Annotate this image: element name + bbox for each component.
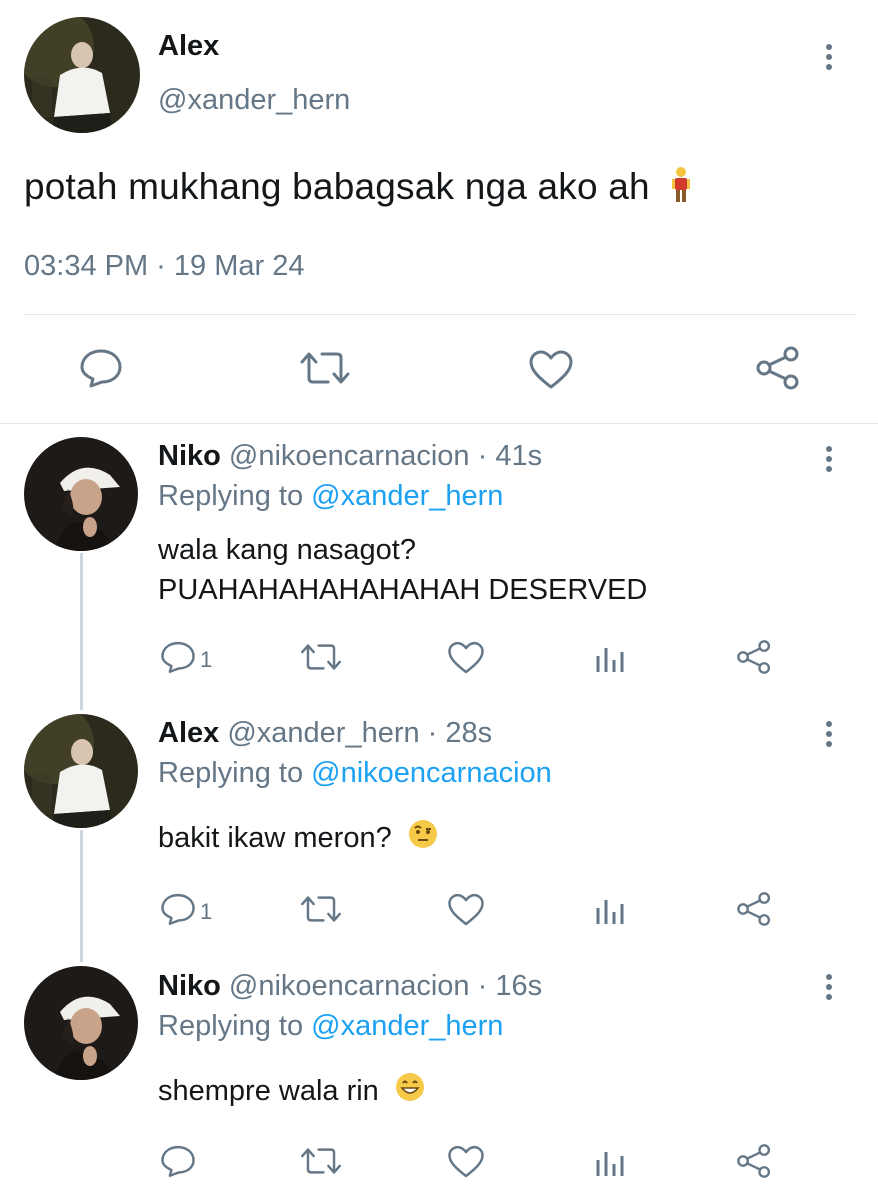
author-handle[interactable]: @xander_hern [158,84,350,117]
reply-author-handle[interactable]: @nikoencarnacion [229,970,470,1002]
divider [24,314,856,315]
share-icon [737,1144,771,1178]
like-icon [529,350,573,389]
analytics-button[interactable] [595,894,625,926]
reply-button[interactable]: 1 [160,892,212,926]
more-options-icon[interactable] [826,44,834,74]
replying-to: Replying to @xander_hern [158,480,504,512]
reply-time[interactable]: · 41s [478,440,542,472]
like-button[interactable] [447,641,485,675]
reply-time[interactable]: · 28s [428,717,492,749]
retweet-button[interactable] [299,894,343,924]
retweet-button[interactable] [298,350,352,386]
analytics-icon [596,900,624,924]
reply-author-name[interactable]: Alex [158,717,219,749]
share-button[interactable] [755,346,801,390]
reply-count: 1 [200,899,213,924]
retweet-icon [301,896,341,922]
reply-icon [161,641,195,673]
face-with-raised-eyebrow-emoji [408,819,438,860]
reply-button[interactable]: 1 [160,640,212,674]
analytics-button[interactable] [595,1146,625,1178]
share-button[interactable] [736,891,772,927]
reply-mention-link[interactable]: @xander_hern [311,480,503,512]
reply-time[interactable]: · 16s [478,970,542,1002]
reply-author-name[interactable]: Niko [158,440,221,472]
tweet-text: potah mukhang babagsak nga ako ah [24,166,692,212]
analytics-button[interactable] [595,642,625,674]
author-name[interactable]: Alex [158,30,219,63]
reply-author-handle[interactable]: @xander_hern [227,717,419,749]
reply-button[interactable] [79,348,123,388]
reply-text: bakit ikaw meron? [158,818,438,860]
reply-text: wala kang nasagot? PUAHAHAHAHAHAHAH DESE… [158,534,648,606]
reply-mention-link[interactable]: @nikoencarnacion [311,757,552,789]
author-avatar[interactable] [24,17,140,133]
reply-text: shempre wala rin [158,1071,425,1113]
retweet-button[interactable] [299,1146,343,1176]
reply-icon [161,1145,195,1177]
share-button[interactable] [736,639,772,675]
reply-header: Niko @nikoencarnacion · 16s [158,970,542,1003]
like-button[interactable] [447,1145,485,1179]
share-icon [737,892,771,926]
like-icon [448,893,484,926]
reply-icon [161,893,195,925]
analytics-icon [596,648,624,672]
like-icon [448,1145,484,1178]
grinning-face-emoji [395,1072,425,1113]
reply-author-handle[interactable]: @nikoencarnacion [229,440,470,472]
like-button[interactable] [447,893,485,927]
reply-header: Alex @xander_hern · 28s [158,717,492,750]
share-icon [737,640,771,674]
reply-count: 1 [200,647,213,672]
more-options-icon[interactable] [826,721,834,751]
share-button[interactable] [736,1143,772,1179]
reply-avatar[interactable] [24,437,138,551]
tweet-thread-page: Alex @xander_hern potah mukhang babagsak… [0,0,878,1200]
share-icon [756,346,799,390]
reply-header: Niko @nikoencarnacion · 41s [158,440,542,473]
divider [0,423,878,424]
retweet-button[interactable] [299,642,343,672]
replying-to: Replying to @xander_hern [158,1010,504,1042]
reply-avatar[interactable] [24,966,138,1080]
like-icon [448,641,484,674]
retweet-icon [301,644,341,670]
analytics-icon [596,1152,624,1176]
reply-author-name[interactable]: Niko [158,970,221,1002]
reply-button[interactable] [160,1144,200,1178]
like-button[interactable] [528,350,574,390]
reply-mention-link[interactable]: @xander_hern [311,1010,503,1042]
more-options-icon[interactable] [826,446,834,476]
tweet-timestamp[interactable]: 03:34 PM · 19 Mar 24 [24,250,304,283]
retweet-icon [300,352,350,384]
replying-to: Replying to @nikoencarnacion [158,757,552,789]
person-standing-emoji [670,166,692,212]
thread-connector [80,830,83,962]
reply-icon [80,349,122,388]
retweet-icon [301,1148,341,1174]
reply-avatar[interactable] [24,714,138,828]
thread-connector [80,553,83,710]
more-options-icon[interactable] [826,974,834,1004]
